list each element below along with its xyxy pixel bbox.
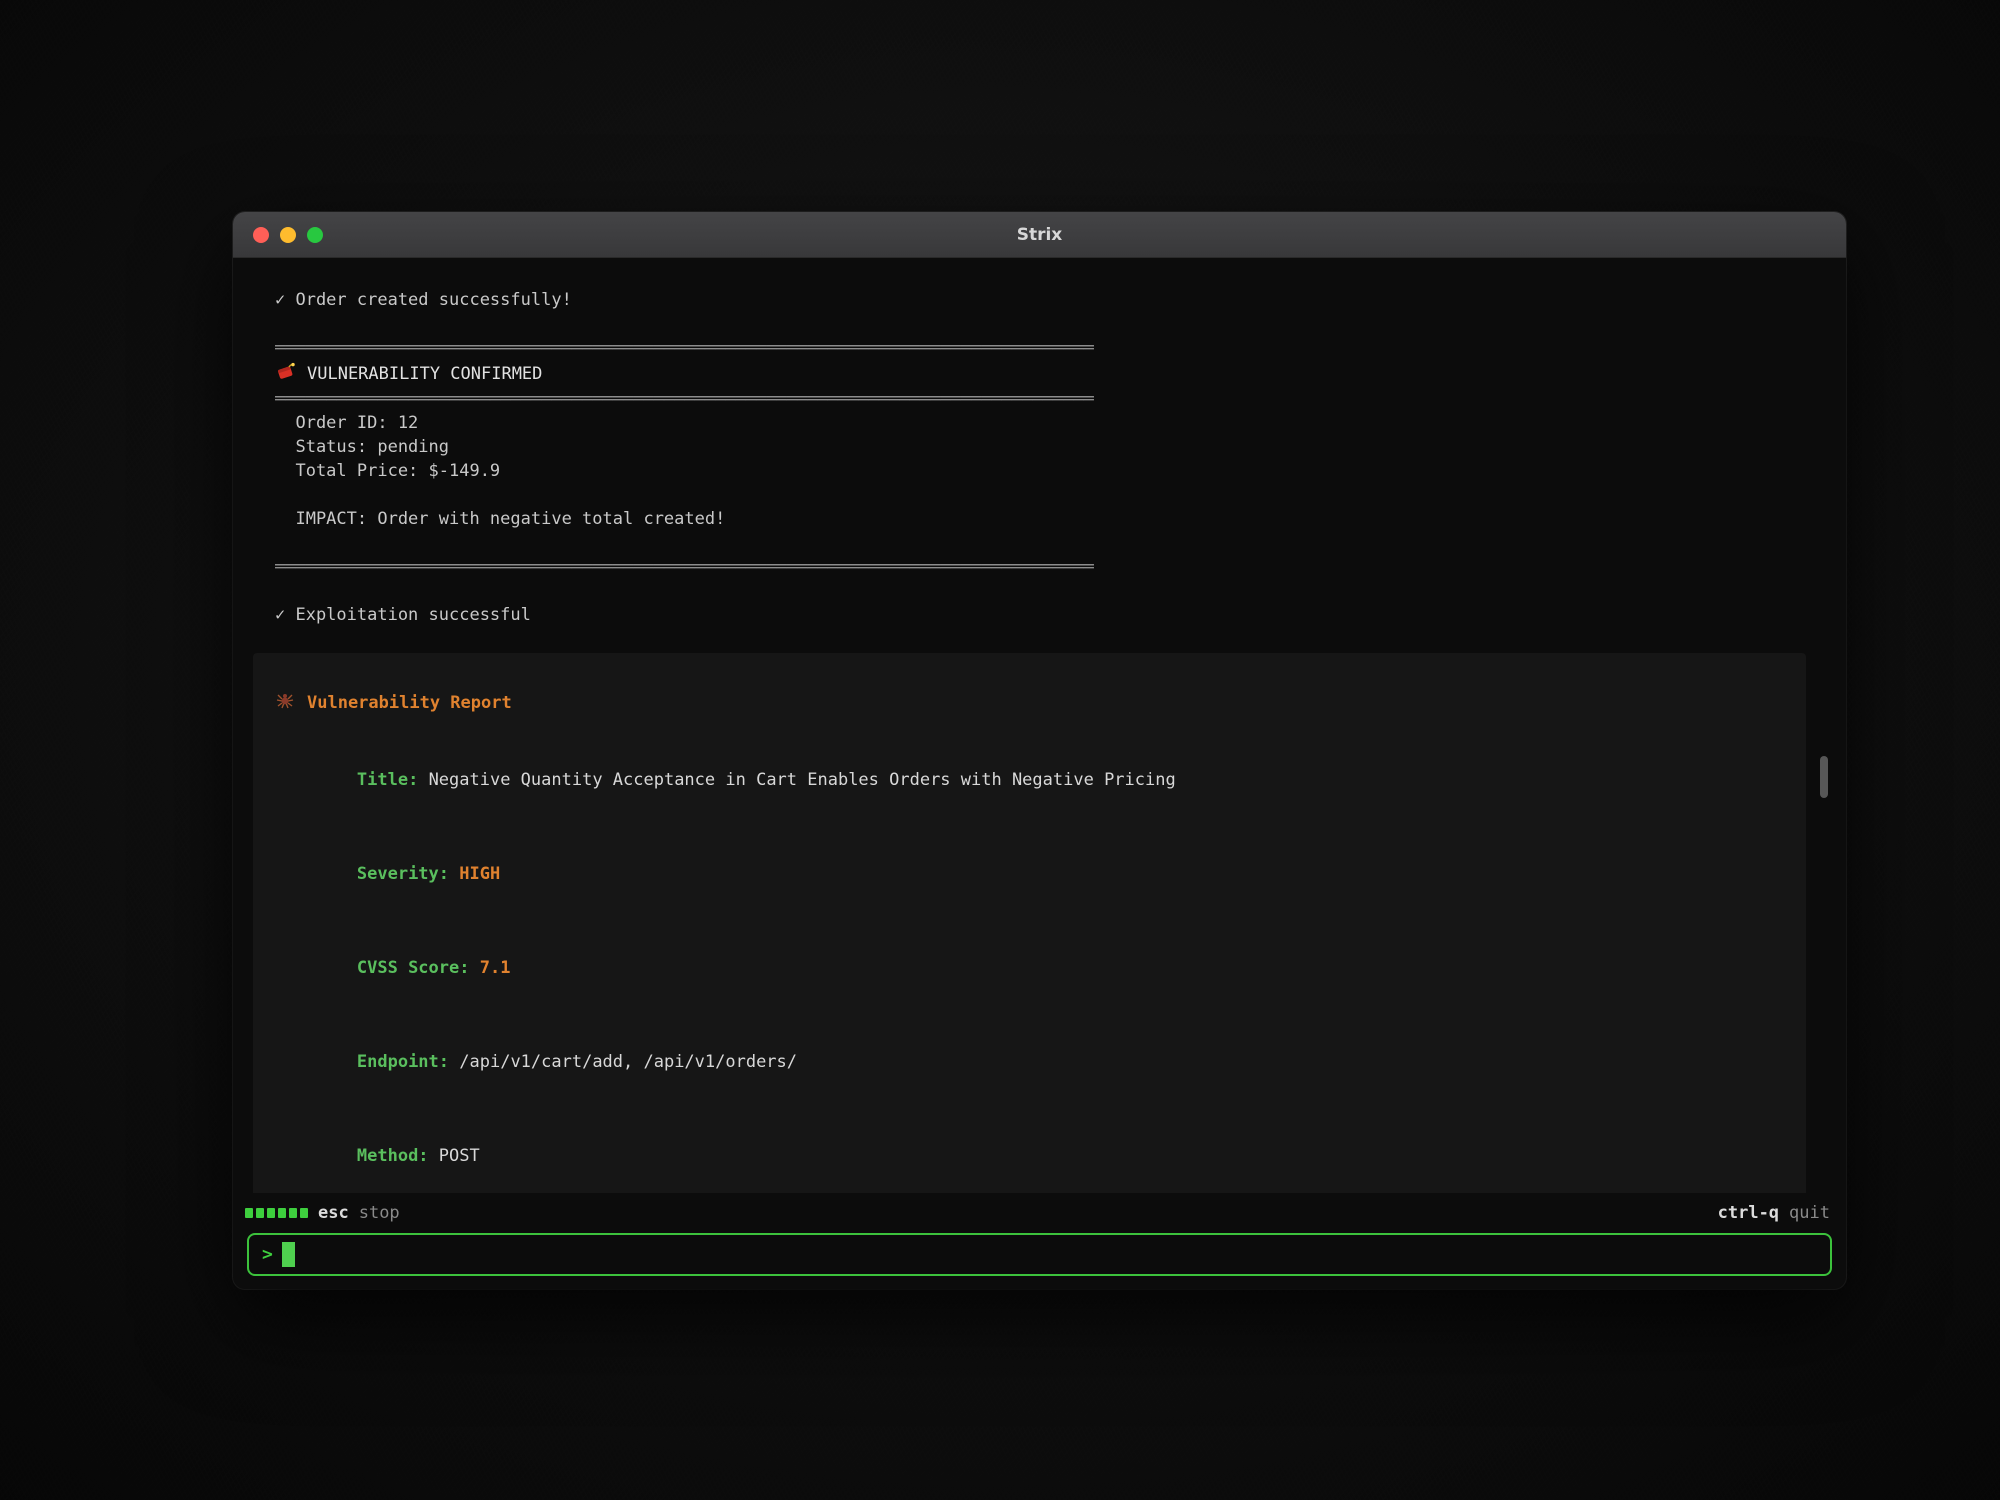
statusbar-left: esc stop — [245, 1203, 400, 1223]
field-value: 7.1 — [480, 958, 511, 978]
titlebar: Strix — [233, 212, 1846, 258]
window-title: Strix — [1017, 225, 1063, 245]
field-label: Endpoint: — [357, 1052, 449, 1072]
report-field-severity: Severity: HIGH — [275, 838, 1750, 910]
log-line-success-exploit: ✓ Exploitation successful — [275, 603, 1816, 627]
command-input-area: > — [233, 1233, 1846, 1289]
report-heading: Vulnerability Report — [275, 689, 1750, 716]
report-field-cvss-score: CVSS Score: 7.1 — [275, 932, 1750, 1004]
field-label: Title: — [357, 770, 418, 790]
field-label: Severity: — [357, 864, 449, 884]
separator: ════════════════════════════════════════… — [275, 387, 1816, 411]
activity-spinner — [245, 1208, 308, 1218]
close-button[interactable] — [253, 227, 269, 243]
ctrl-q-key-hint: ctrl-q — [1718, 1203, 1779, 1223]
field-value: POST — [439, 1146, 480, 1166]
esc-key-hint: esc — [318, 1203, 349, 1223]
exploit-log: ✓ Order created successfully! ══════════… — [233, 288, 1846, 627]
statusbar: esc stop ctrl-q quit — [233, 1193, 1846, 1233]
report-field-title: Title: Negative Quantity Acceptance in C… — [275, 744, 1750, 816]
field-value: Negative Quantity Acceptance in Cart Ena… — [429, 770, 1176, 790]
stop-action-label: stop — [359, 1203, 400, 1223]
vulnerability-report-panel: Vulnerability Report Title: Negative Qua… — [253, 653, 1806, 1193]
statusbar-right: ctrl-q quit — [1718, 1203, 1830, 1223]
log-line-success-order: ✓ Order created successfully! — [275, 288, 1816, 312]
report-heading-label: Vulnerability Report — [307, 691, 512, 715]
field-value: /api/v1/cart/add, /api/v1/orders/ — [459, 1052, 797, 1072]
dynamite-icon — [275, 360, 295, 387]
report-field-endpoint: Endpoint: /api/v1/cart/add, /api/v1/orde… — [275, 1026, 1750, 1098]
spider-icon — [275, 689, 295, 716]
prompt-symbol: > — [262, 1244, 273, 1265]
command-input[interactable]: > — [247, 1233, 1832, 1276]
separator: ════════════════════════════════════════… — [275, 555, 1816, 579]
minimize-button[interactable] — [280, 227, 296, 243]
field-label: CVSS Score: — [357, 958, 470, 978]
text-cursor — [282, 1242, 295, 1267]
field-value: HIGH — [459, 864, 500, 884]
separator: ════════════════════════════════════════… — [275, 336, 1816, 360]
window-controls — [253, 212, 323, 257]
report-field-method: Method: POST — [275, 1120, 1750, 1192]
terminal-output: ✓ Order created successfully! ══════════… — [233, 258, 1846, 1193]
field-label: Method: — [357, 1146, 429, 1166]
vulnerability-confirmed-label: VULNERABILITY CONFIRMED — [307, 362, 542, 386]
scrollbar-thumb[interactable] — [1820, 756, 1828, 798]
total-price-line: Total Price: $-149.9 — [275, 459, 1816, 483]
order-status-line: Status: pending — [275, 435, 1816, 459]
zoom-button[interactable] — [307, 227, 323, 243]
order-id-line: Order ID: 12 — [275, 411, 1816, 435]
impact-line: IMPACT: Order with negative total create… — [275, 507, 1816, 531]
strix-window: Strix ✓ Order created successfully! ════… — [233, 212, 1846, 1289]
vulnerability-confirmed-header: VULNERABILITY CONFIRMED — [275, 360, 1816, 387]
quit-action-label: quit — [1789, 1203, 1830, 1223]
